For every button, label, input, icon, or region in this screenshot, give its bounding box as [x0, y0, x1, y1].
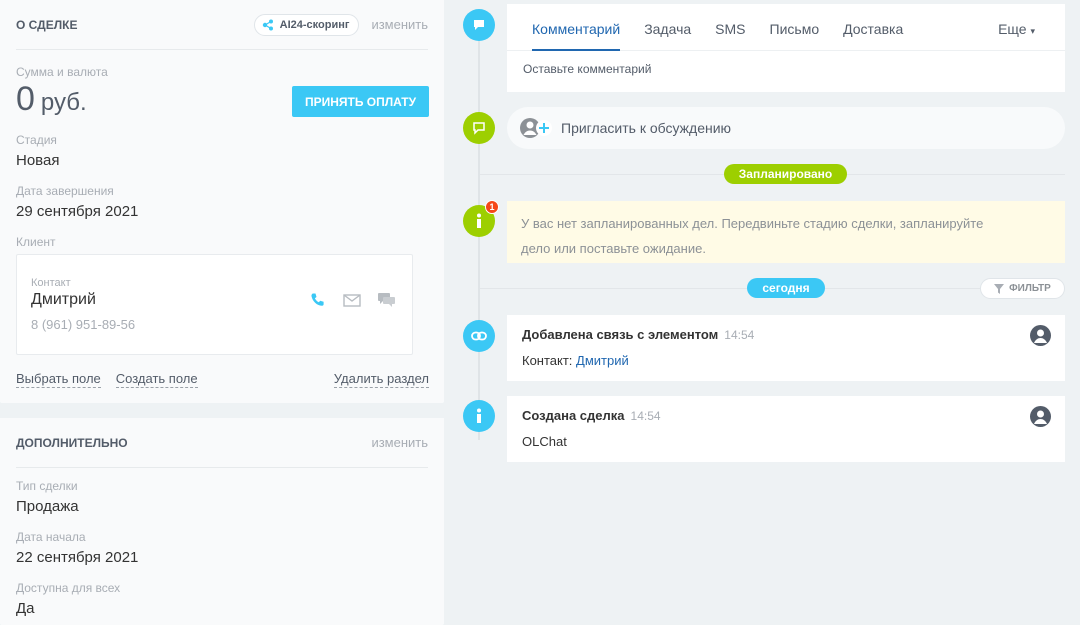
ai-badge-label: AI24-скоринг [279, 18, 350, 31]
available-label: Доступна для всех [16, 581, 121, 595]
contact-label: Контакт [31, 277, 71, 289]
comment-icon [463, 9, 495, 41]
start-date-value: 22 сентября 2021 [16, 549, 139, 566]
tab-more[interactable]: Еще ▾ [998, 21, 1035, 37]
chat-icon[interactable] [376, 291, 396, 309]
client-contact-box: Контакт Дмитрий 8 (961) 951-89-56 [16, 254, 413, 355]
deal-card: О СДЕЛКЕ AI24-скоринг изменить Сумма и в… [0, 0, 444, 403]
event-text-prefix: Контакт: [522, 353, 577, 368]
tab-task[interactable]: Задача [644, 21, 691, 50]
deal-type-label: Тип сделки [16, 479, 78, 493]
amount-number: 0 [16, 80, 35, 118]
stage-value: Новая [16, 152, 60, 169]
close-date-value: 29 сентября 2021 [16, 203, 139, 220]
tab-delivery[interactable]: Доставка [843, 21, 903, 50]
amount-value: 0 руб. [16, 80, 87, 119]
stage-label: Стадия [16, 133, 57, 147]
extra-change-link[interactable]: изменить [371, 435, 428, 450]
email-icon[interactable] [342, 291, 362, 309]
editor-tabs: Комментарий Задача SMS Письмо Доставка [507, 4, 1065, 51]
event-contact-link[interactable]: Дмитрий [576, 353, 629, 368]
delete-section-link[interactable]: Удалить раздел [333, 371, 429, 388]
ai-scoring-badge[interactable]: AI24-скоринг [253, 13, 360, 36]
chevron-down-icon: ▾ [1030, 26, 1035, 36]
extra-card: ДОПОЛНИТЕЛЬНО изменить Тип сделки Продаж… [0, 418, 444, 625]
tab-email[interactable]: Письмо [770, 21, 820, 50]
no-activities-notice: У вас нет запланированных дел. Передвинь… [507, 201, 1065, 263]
notice-line-2: дело или поставьте ожидание. [521, 241, 706, 256]
select-field-link[interactable]: Выбрать поле [16, 371, 101, 388]
contact-phone[interactable]: 8 (961) 951-89-56 [31, 317, 135, 332]
client-label: Клиент [16, 235, 56, 249]
event-title: Добавлена связь с элементом 14:54 [522, 327, 754, 342]
create-field-link[interactable]: Создать поле [115, 371, 198, 388]
ai-network-icon [262, 19, 273, 30]
start-date-label: Дата начала [16, 530, 86, 544]
funnel-icon [994, 283, 1005, 294]
avatar[interactable] [1030, 325, 1051, 346]
planned-pill: Запланировано [724, 164, 847, 184]
event-title: Создана сделка 14:54 [522, 408, 661, 423]
deal-card-footer: Выбрать поле Создать поле Удалить раздел [16, 371, 429, 388]
close-date-label: Дата завершения [16, 184, 114, 198]
available-value: Да [16, 600, 35, 617]
discussion-icon [463, 112, 495, 144]
comment-input[interactable] [523, 62, 1043, 76]
event-title-text: Создана сделка [522, 408, 625, 423]
tab-more-label: Еще [998, 21, 1027, 37]
notice-line-1: У вас нет запланированных дел. Передвинь… [521, 216, 984, 231]
phone-icon[interactable] [308, 291, 328, 309]
deal-change-link[interactable]: изменить [371, 17, 428, 32]
event-title-text: Добавлена связь с элементом [522, 327, 719, 342]
event-deal-created: Создана сделка 14:54 OLChat [507, 396, 1065, 462]
extra-card-header: ДОПОЛНИТЕЛЬНО изменить [16, 418, 428, 468]
avatar[interactable] [1030, 406, 1051, 427]
tab-comment[interactable]: Комментарий [532, 21, 621, 51]
amount-label: Сумма и валюта [16, 65, 108, 79]
filter-button[interactable]: ФИЛЬТР [980, 278, 1065, 299]
event-time: 14:54 [724, 328, 755, 342]
link-icon [463, 320, 495, 352]
event-link-added: Добавлена связь с элементом 14:54 Контакт… [507, 315, 1065, 381]
contact-actions [308, 291, 396, 309]
event-text: OLChat [522, 434, 567, 449]
deal-type-value: Продажа [16, 498, 79, 515]
add-user-icon [520, 118, 552, 138]
invite-label: Пригласить к обсуждению [561, 120, 732, 136]
tab-sms[interactable]: SMS [715, 21, 745, 50]
extra-card-title: ДОПОЛНИТЕЛЬНО [16, 435, 128, 450]
deal-card-title: О СДЕЛКЕ [16, 17, 78, 32]
invite-to-discussion[interactable]: Пригласить к обсуждению [507, 107, 1065, 149]
accept-payment-button[interactable]: ПРИНЯТЬ ОПЛАТУ [292, 86, 429, 117]
amount-currency: руб. [40, 89, 87, 116]
info-icon-created [463, 400, 495, 432]
today-pill: сегодня [747, 278, 825, 298]
filter-label: ФИЛЬТР [1009, 283, 1051, 294]
planned-count-badge: 1 [485, 200, 499, 214]
event-time: 14:54 [630, 409, 661, 423]
contact-name[interactable]: Дмитрий [31, 291, 96, 309]
deal-card-header: О СДЕЛКЕ AI24-скоринг изменить [16, 0, 428, 50]
event-text: Контакт: Дмитрий [522, 353, 629, 368]
timeline-editor: Комментарий Задача SMS Письмо Доставка Е… [507, 4, 1065, 92]
